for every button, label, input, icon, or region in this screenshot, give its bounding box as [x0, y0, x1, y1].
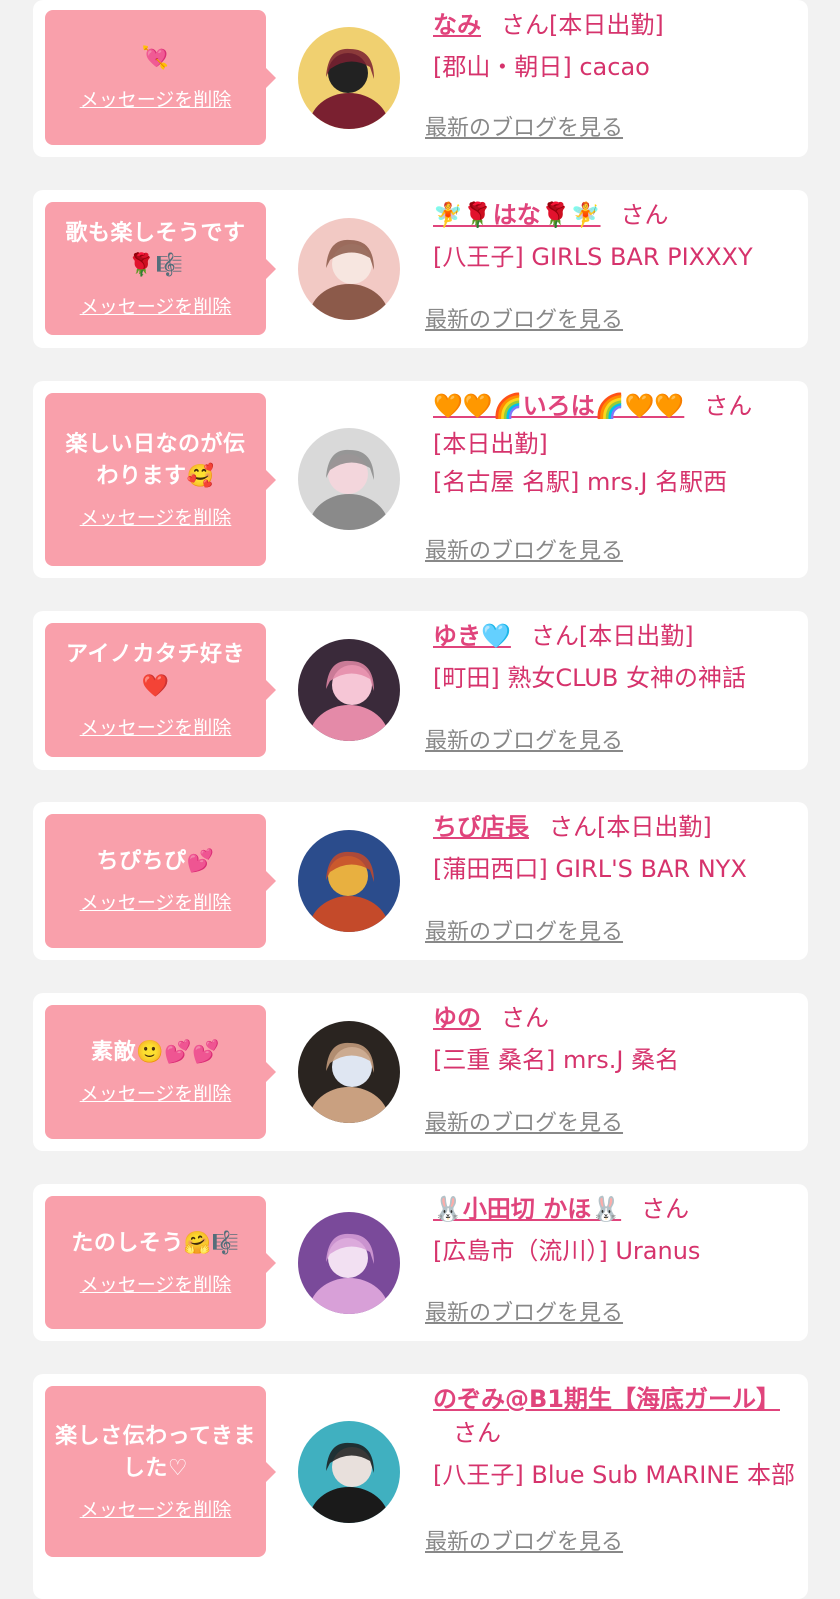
- delete-message-link[interactable]: メッセージを削除: [80, 87, 232, 113]
- message-card: アイノカタチ好き❤️ メッセージを削除 ゆき🩵 さん[本日出勤] [町田] 熟女CLUB…: [33, 611, 808, 770]
- name-line: ゆき🩵 さん[本日出勤]: [433, 619, 803, 653]
- message-bubble: 楽しさ伝わってきました♡ メッセージを削除: [45, 1386, 276, 1557]
- profile-info: ゆき🩵 さん[本日出勤] [町田] 熟女CLUB 女神の神話: [433, 619, 803, 695]
- profile-info: のぞみ@B1期生【海底ガール】さん [八王子] Blue Sub MARINE 本…: [433, 1382, 803, 1492]
- delete-message-link[interactable]: メッセージを削除: [80, 715, 232, 741]
- message-card: 歌も楽しそうです🌹🎼 メッセージを削除 🧚🌹はな🌹🧚 さん [八王子] GIRLS BA…: [33, 190, 808, 348]
- latest-blog-link[interactable]: 最新のブログを見る: [425, 914, 623, 946]
- message-bubble: 💘 メッセージを削除: [45, 10, 276, 145]
- latest-blog-link[interactable]: 最新のブログを見る: [425, 533, 623, 565]
- name-suffix: さん: [641, 1195, 690, 1223]
- latest-blog-link[interactable]: 最新のブログを見る: [425, 110, 623, 142]
- name-line: なみ さん[本日出勤]: [433, 8, 803, 42]
- message-bubble: 歌も楽しそうです🌹🎼 メッセージを削除: [45, 202, 276, 335]
- avatar-photo: [298, 1212, 400, 1314]
- latest-blog-link[interactable]: 最新のブログを見る: [425, 723, 623, 755]
- girl-name-link[interactable]: ゆの: [433, 1004, 481, 1032]
- name-suffix: さん: [620, 201, 669, 229]
- profile-info: なみ さん[本日出勤] [郡山・朝日] cacao: [433, 8, 803, 84]
- message-text: たのしそう🤗🎼: [71, 1230, 240, 1256]
- message-text: 素敵🙂💕💕: [91, 1040, 220, 1065]
- name-suffix: さん[本日出勤]: [501, 11, 664, 39]
- profile-info: ちぴ店長 さん[本日出勤] [蒲田西口] GIRL'S BAR NYX: [433, 810, 803, 886]
- name-line: ゆの さん: [433, 1001, 803, 1035]
- work-status: [本日出勤]: [433, 430, 548, 458]
- message-bubble: 素敵🙂💕💕 メッセージを削除: [45, 1005, 276, 1139]
- message-text: 💘: [141, 45, 170, 71]
- shop-name: [名古屋 名駅] mrs.J 名駅西: [433, 468, 728, 496]
- latest-blog-link[interactable]: 最新のブログを見る: [425, 1295, 623, 1327]
- message-text: 楽しさ伝わってきました♡: [55, 1423, 256, 1481]
- name-line: ちぴ店長 さん[本日出勤]: [433, 810, 803, 844]
- avatar-photo: [298, 830, 400, 932]
- latest-blog-link[interactable]: 最新のブログを見る: [425, 302, 623, 334]
- avatar[interactable]: [298, 218, 400, 320]
- shop-name: [八王子] Blue Sub MARINE 本部: [433, 1461, 796, 1489]
- name-suffix: さん[本日出勤]: [530, 622, 694, 650]
- name-suffix: さん[本日出勤]: [549, 813, 712, 841]
- avatar[interactable]: [298, 428, 400, 530]
- girl-message-list: 💘 メッセージを削除 なみ さん[本日出勤] [郡山・朝日] cacao 最新のブログを見…: [0, 0, 840, 1599]
- girl-name-link[interactable]: ゆき🩵: [433, 622, 511, 650]
- delete-message-link[interactable]: メッセージを削除: [80, 1497, 232, 1523]
- avatar-photo: [298, 218, 400, 320]
- avatar-photo: [298, 27, 400, 129]
- message-bubble: 楽しい日なのが伝わります🥰 メッセージを削除: [45, 393, 276, 566]
- name-suffix: さん: [704, 392, 753, 420]
- message-bubble: アイノカタチ好き❤️ メッセージを削除: [45, 623, 276, 757]
- shop-name: [広島市（流川）] Uranus: [433, 1237, 701, 1265]
- name-line: のぞみ@B1期生【海底ガール】さん: [433, 1382, 803, 1450]
- message-bubble: ちぴちぴ💕 メッセージを削除: [45, 814, 276, 948]
- avatar[interactable]: [298, 1421, 400, 1523]
- message-card: たのしそう🤗🎼 メッセージを削除 🐰小田切 かほ🐰 さん [広島市（流川）] Uranu…: [33, 1184, 808, 1341]
- avatar[interactable]: [298, 639, 400, 741]
- delete-message-link[interactable]: メッセージを削除: [80, 1272, 232, 1298]
- message-card: 楽しさ伝わってきました♡ メッセージを削除 のぞみ@B1期生【海底ガール】さん [八王…: [33, 1374, 808, 1599]
- avatar-photo: [298, 1421, 400, 1523]
- message-card: 💘 メッセージを削除 なみ さん[本日出勤] [郡山・朝日] cacao 最新のブログを見…: [33, 0, 808, 157]
- latest-blog-link[interactable]: 最新のブログを見る: [425, 1524, 623, 1556]
- delete-message-link[interactable]: メッセージを削除: [80, 890, 232, 916]
- profile-info: ゆの さん [三重 桑名] mrs.J 桑名: [433, 1001, 803, 1077]
- girl-name-link[interactable]: 🧚🌹はな🌹🧚: [433, 201, 601, 229]
- name-line: 🧚🌹はな🌹🧚 さん: [433, 198, 803, 232]
- name-suffix: さん: [453, 1419, 501, 1447]
- avatar-photo: [298, 428, 400, 530]
- message-text: 楽しい日なのが伝わります🥰: [65, 431, 246, 489]
- profile-info: 🧡🧡🌈いろは🌈🧡🧡 さん [本日出勤] [名古屋 名駅] mrs.J 名駅西: [433, 389, 803, 499]
- message-text: ちぴちぴ💕: [96, 849, 215, 874]
- delete-message-link[interactable]: メッセージを削除: [80, 1081, 232, 1107]
- shop-name: [郡山・朝日] cacao: [433, 53, 650, 81]
- girl-name-link[interactable]: 🐰小田切 かほ🐰: [433, 1195, 621, 1223]
- message-card: 楽しい日なのが伝わります🥰 メッセージを削除 🧡🧡🌈いろは🌈🧡🧡 さん [本日出勤] [名…: [33, 381, 808, 578]
- message-card: 素敵🙂💕💕 メッセージを削除 ゆの さん [三重 桑名] mrs.J 桑名最新のブログを…: [33, 993, 808, 1151]
- profile-info: 🐰小田切 かほ🐰 さん [広島市（流川）] Uranus: [433, 1192, 803, 1268]
- delete-message-link[interactable]: メッセージを削除: [80, 294, 232, 320]
- name-suffix: さん: [501, 1004, 549, 1032]
- avatar[interactable]: [298, 27, 400, 129]
- avatar[interactable]: [298, 1021, 400, 1123]
- name-line: 🧡🧡🌈いろは🌈🧡🧡 さん: [433, 389, 803, 423]
- shop-name: [町田] 熟女CLUB 女神の神話: [433, 664, 746, 692]
- avatar-photo: [298, 639, 400, 741]
- shop-name: [三重 桑名] mrs.J 桑名: [433, 1046, 680, 1074]
- girl-name-link[interactable]: ちぴ店長: [433, 813, 529, 841]
- message-card: ちぴちぴ💕 メッセージを削除 ちぴ店長 さん[本日出勤] [蒲田西口] GIRL'S B…: [33, 802, 808, 960]
- girl-name-link[interactable]: なみ: [433, 11, 481, 39]
- avatar[interactable]: [298, 830, 400, 932]
- avatar[interactable]: [298, 1212, 400, 1314]
- message-text: アイノカタチ好き❤️: [66, 642, 245, 699]
- avatar-photo: [298, 1021, 400, 1123]
- shop-name: [蒲田西口] GIRL'S BAR NYX: [433, 855, 747, 883]
- name-line: 🐰小田切 かほ🐰 さん: [433, 1192, 803, 1226]
- profile-info: 🧚🌹はな🌹🧚 さん [八王子] GIRLS BAR PIXXXY: [433, 198, 803, 274]
- girl-name-link[interactable]: 🧡🧡🌈いろは🌈🧡🧡: [433, 392, 684, 420]
- shop-name: [八王子] GIRLS BAR PIXXXY: [433, 243, 753, 271]
- delete-message-link[interactable]: メッセージを削除: [80, 505, 232, 531]
- girl-name-link[interactable]: のぞみ@B1期生【海底ガール】: [433, 1385, 780, 1413]
- message-bubble: たのしそう🤗🎼 メッセージを削除: [45, 1196, 276, 1329]
- message-text: 歌も楽しそうです🌹🎼: [65, 220, 246, 278]
- latest-blog-link[interactable]: 最新のブログを見る: [425, 1105, 623, 1137]
